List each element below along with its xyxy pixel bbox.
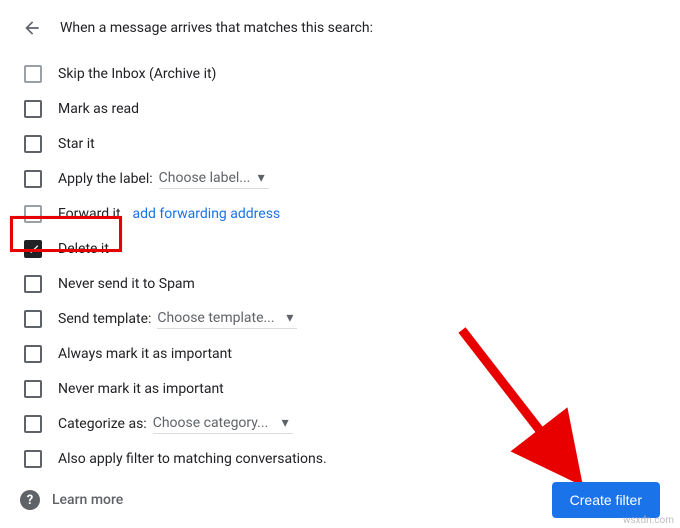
apply-label-label: Apply the label: bbox=[58, 171, 153, 187]
help-icon: ? bbox=[20, 490, 40, 510]
delete-label: Delete it bbox=[58, 241, 109, 257]
send-template-checkbox[interactable] bbox=[24, 310, 42, 328]
never-spam-label: Never send it to Spam bbox=[58, 276, 195, 292]
category-dropdown-text: Choose category... bbox=[153, 415, 269, 431]
categorize-checkbox[interactable] bbox=[24, 415, 42, 433]
create-filter-button[interactable]: Create filter bbox=[552, 482, 660, 518]
add-forwarding-link[interactable]: add forwarding address bbox=[133, 206, 281, 222]
never-important-label: Never mark it as important bbox=[58, 381, 224, 397]
filter-options: Skip the Inbox (Archive it) Mark as read… bbox=[20, 56, 660, 476]
mark-read-label: Mark as read bbox=[58, 101, 139, 117]
learn-more-link[interactable]: ? Learn more bbox=[20, 490, 123, 510]
caret-down-icon: ▾ bbox=[258, 170, 265, 186]
caret-down-icon: ▾ bbox=[282, 415, 289, 431]
star-label: Star it bbox=[58, 136, 95, 152]
back-button[interactable] bbox=[20, 16, 44, 40]
dialog-title: When a message arrives that matches this… bbox=[60, 20, 373, 36]
template-dropdown-text: Choose template... bbox=[157, 310, 274, 326]
label-dropdown-text: Choose label... bbox=[159, 170, 251, 186]
never-important-checkbox[interactable] bbox=[24, 380, 42, 398]
always-important-checkbox[interactable] bbox=[24, 345, 42, 363]
always-important-label: Always mark it as important bbox=[58, 346, 232, 362]
categorize-label: Categorize as: bbox=[58, 416, 147, 432]
skip-inbox-checkbox[interactable] bbox=[24, 65, 42, 83]
category-dropdown[interactable]: Choose category... ▾ bbox=[153, 413, 293, 434]
learn-more-label: Learn more bbox=[52, 492, 123, 508]
watermark: wsxdn.com bbox=[623, 515, 674, 526]
mark-read-checkbox[interactable] bbox=[24, 100, 42, 118]
template-dropdown[interactable]: Choose template... ▾ bbox=[157, 308, 297, 329]
forward-checkbox[interactable] bbox=[24, 205, 42, 223]
apply-label-checkbox[interactable] bbox=[24, 170, 42, 188]
apply-matching-label: Also apply filter to matching conversati… bbox=[58, 451, 327, 467]
star-checkbox[interactable] bbox=[24, 135, 42, 153]
skip-inbox-label: Skip the Inbox (Archive it) bbox=[58, 66, 216, 82]
apply-matching-checkbox[interactable] bbox=[24, 450, 42, 468]
never-spam-checkbox[interactable] bbox=[24, 275, 42, 293]
label-dropdown[interactable]: Choose label... ▾ bbox=[159, 168, 269, 189]
delete-checkbox[interactable] bbox=[24, 240, 42, 258]
caret-down-icon: ▾ bbox=[286, 310, 293, 326]
send-template-label: Send template: bbox=[58, 311, 151, 327]
forward-label: Forward it bbox=[58, 206, 121, 222]
